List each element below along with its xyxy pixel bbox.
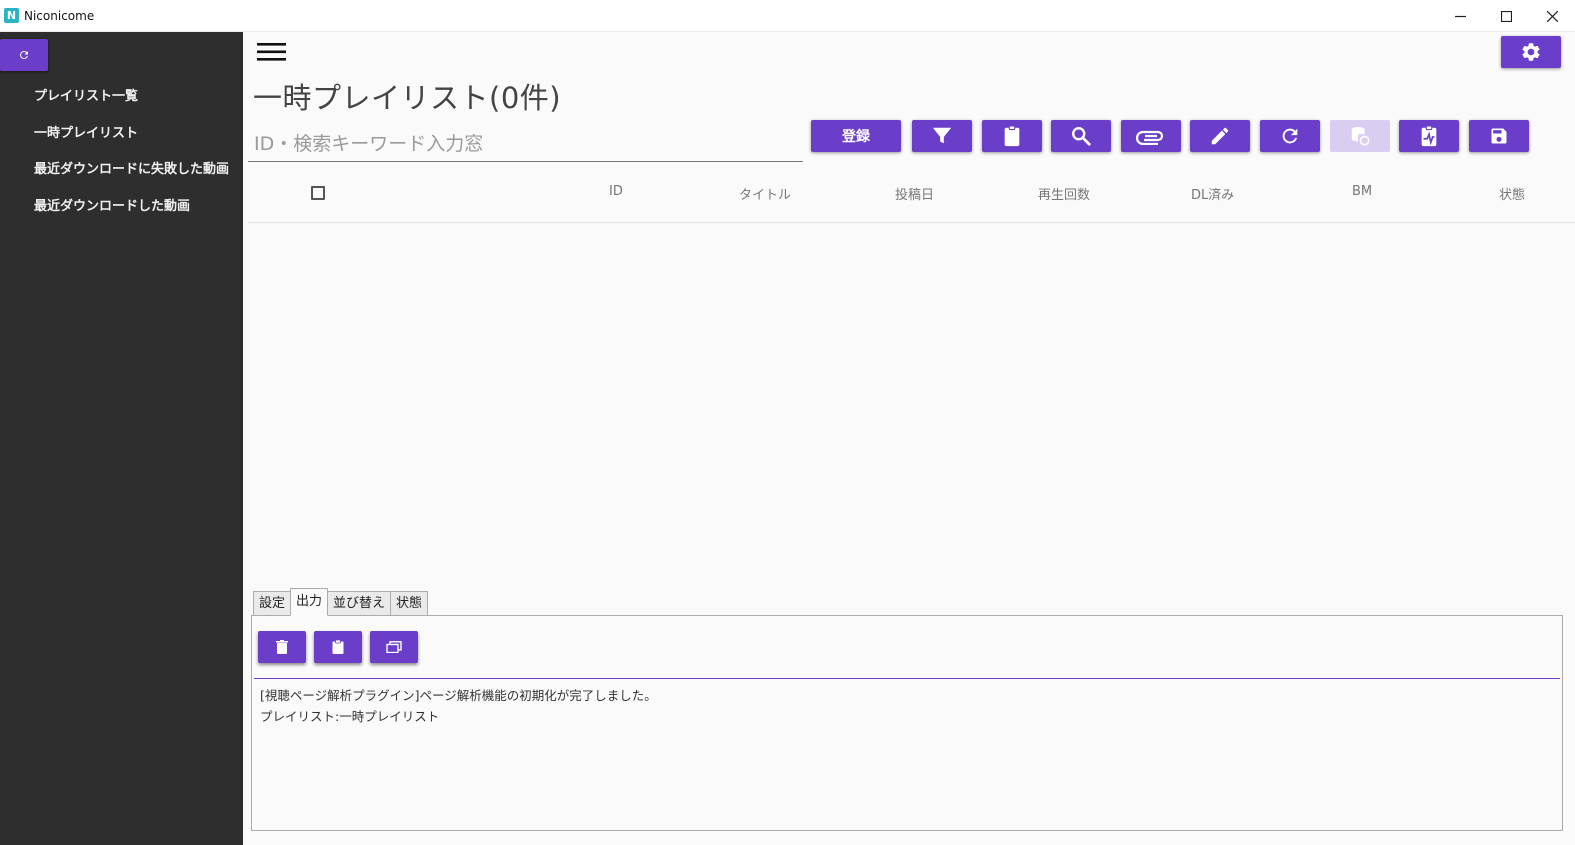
clipboard-icon	[332, 640, 344, 654]
attach-button[interactable]	[1121, 120, 1181, 152]
sidebar-item-recent-failed[interactable]: 最近ダウンロードに失敗した動画	[34, 157, 229, 194]
search-button[interactable]	[1051, 120, 1111, 152]
maximize-button[interactable]	[1483, 0, 1529, 32]
gear-icon	[1522, 43, 1540, 61]
tab-output[interactable]: 出力	[290, 588, 329, 616]
app-logo: N	[4, 8, 19, 23]
sync-button[interactable]	[1330, 120, 1390, 152]
tab-state[interactable]: 状態	[390, 591, 429, 616]
log-line: [視聴ページ解析プラグイン]ページ解析機能の初期化が完了しました。	[260, 688, 657, 703]
copy-log-button[interactable]	[314, 631, 362, 663]
column-header-id[interactable]: ID	[609, 184, 623, 199]
database-sync-icon	[1351, 126, 1370, 146]
column-header-upload-date[interactable]: 投稿日	[895, 184, 934, 203]
page-title: 一時プレイリスト(0件)	[253, 81, 562, 115]
minimize-icon	[1454, 15, 1466, 17]
column-header-bookmark[interactable]: BM	[1352, 184, 1372, 199]
window-titlebar: N Niconicome	[0, 0, 1575, 32]
register-button-label: 登録	[842, 129, 870, 145]
paperclip-icon	[1136, 130, 1164, 145]
trash-icon	[276, 640, 288, 654]
filter-icon	[932, 127, 952, 144]
column-header-view-count[interactable]: 再生回数	[1038, 184, 1090, 203]
output-log[interactable]: [視聴ページ解析プラグイン]ページ解析機能の初期化が完了しました。 プレイリスト…	[254, 678, 1560, 828]
export-report-button[interactable]	[1399, 120, 1459, 152]
open-log-window-button[interactable]	[370, 631, 418, 663]
clipboard-icon	[1004, 125, 1020, 147]
maximize-icon	[1500, 10, 1512, 22]
column-header-title[interactable]: タイトル	[739, 184, 791, 203]
chart-clipboard-icon	[1421, 125, 1437, 147]
bottom-tab-strip: 設定 出力 並び替え 状態	[253, 588, 429, 616]
reload-button[interactable]	[1260, 120, 1320, 152]
output-panel: [視聴ページ解析プラグイン]ページ解析機能の初期化が完了しました。 プレイリスト…	[251, 615, 1563, 831]
log-line: プレイリスト:一時プレイリスト	[260, 709, 440, 724]
refresh-icon	[1282, 128, 1298, 144]
select-all-checkbox[interactable]	[311, 186, 325, 200]
minimize-button[interactable]	[1437, 0, 1483, 32]
clear-log-button[interactable]	[258, 631, 306, 663]
tab-settings[interactable]: 設定	[253, 591, 292, 616]
hamburger-menu-icon	[257, 43, 286, 61]
menu-button[interactable]	[257, 40, 287, 64]
sidebar-item-temp-playlist[interactable]: 一時プレイリスト	[34, 121, 229, 158]
search-field	[248, 127, 803, 162]
video-table-header: ID タイトル 投稿日 再生回数 DL済み BM 状態	[248, 170, 1575, 223]
register-button[interactable]: 登録	[811, 120, 901, 152]
window-title: Niconicome	[24, 8, 95, 23]
column-header-status[interactable]: 状態	[1499, 184, 1525, 203]
pencil-icon	[1211, 127, 1229, 145]
edit-button[interactable]	[1190, 120, 1250, 152]
save-button[interactable]	[1469, 120, 1529, 152]
search-icon	[1072, 127, 1091, 146]
search-input[interactable]	[248, 127, 803, 161]
refresh-icon	[19, 50, 28, 59]
sidebar-item-playlist-list[interactable]: プレイリスト一覧	[34, 84, 229, 121]
settings-button[interactable]	[1501, 36, 1561, 68]
sidebar-refresh-button[interactable]	[0, 39, 48, 71]
column-header-downloaded[interactable]: DL済み	[1191, 184, 1234, 203]
save-icon	[1491, 128, 1507, 144]
window-controls	[1437, 0, 1575, 32]
window-icon	[386, 641, 402, 653]
navigation-drawer: プレイリスト一覧 一時プレイリスト 最近ダウンロードに失敗した動画 最近ダウンロ…	[0, 32, 243, 845]
sidebar-item-recent-downloaded[interactable]: 最近ダウンロードした動画	[34, 194, 229, 231]
close-button[interactable]	[1529, 0, 1575, 32]
tab-sort[interactable]: 並び替え	[327, 591, 392, 616]
main-content: 一時プレイリスト(0件) 登録	[243, 32, 1575, 845]
filter-button[interactable]	[912, 120, 972, 152]
close-icon	[1546, 10, 1558, 22]
playlist-tree: プレイリスト一覧 一時プレイリスト 最近ダウンロードに失敗した動画 最近ダウンロ…	[34, 84, 229, 230]
paste-button[interactable]	[982, 120, 1042, 152]
